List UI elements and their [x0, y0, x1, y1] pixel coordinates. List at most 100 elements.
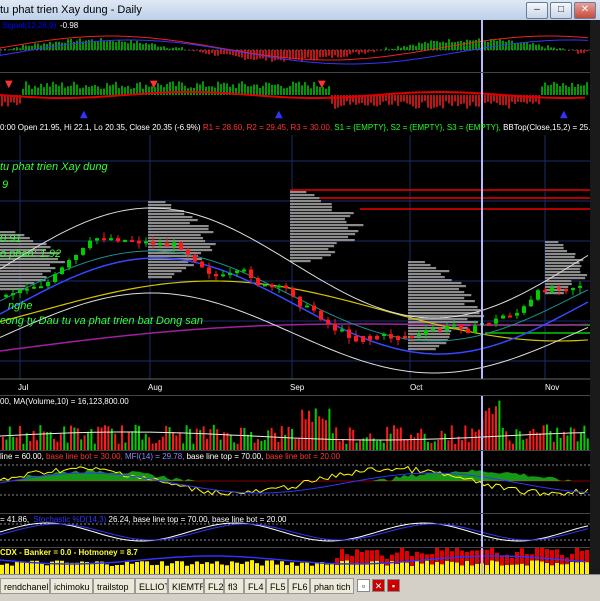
cdx-hotmoney-bar [300, 562, 304, 574]
cdx-banker-bar [525, 554, 529, 566]
candle-body [137, 240, 141, 244]
price-profile-bar [408, 282, 462, 285]
tab-fl5[interactable]: FL5 [266, 578, 288, 594]
cdx-hotmoney-bar [135, 562, 139, 574]
window-title: tu phat trien Xay dung - Daily [0, 4, 142, 16]
close-button[interactable]: ✕ [574, 2, 596, 19]
tab-trailstop[interactable]: trailstop [93, 578, 135, 594]
cdx-banker-bar [415, 551, 419, 561]
stoch-k-value: = 41.86, [0, 515, 30, 524]
price-profile-bar [408, 294, 472, 297]
cdx-hotmoney-bar [145, 561, 149, 574]
candle-body [487, 322, 491, 325]
stoch-line-top: base line top = 70.00, [133, 515, 210, 524]
volume-ma-readout: 00, MA(Volume,10) = 16,123,800.00 [0, 397, 129, 406]
stock-name-label: tu phat trien Xay dung [0, 161, 108, 173]
price-profile-bar [148, 237, 204, 240]
oscillator-top-chart [0, 20, 590, 72]
candle-body [242, 269, 246, 272]
close-sheet-icon[interactable]: ▪ [387, 579, 400, 592]
candle-body [536, 290, 540, 300]
tab-kiemtra[interactable]: KIEMTRA [168, 578, 204, 594]
cdx-hotmoney-bar [505, 565, 509, 574]
price-profile-bar [0, 273, 43, 276]
candle-body [46, 281, 50, 287]
mfi-line-top: base line top = 70.00, [186, 452, 264, 461]
tab-fl2[interactable]: FL2 [204, 578, 224, 594]
price-profile-bar [290, 239, 355, 242]
maximize-button[interactable]: □ [550, 2, 572, 19]
cdx-banker-bar [360, 551, 364, 564]
stochastic-pane[interactable]: = 41.86, Stochastic %D(14,3) 26.24, base… [0, 514, 600, 548]
cdx-hotmoney-bar [115, 565, 119, 574]
candle-body [74, 254, 78, 261]
cdx-banker-bar [490, 548, 494, 561]
cdx-banker-bar [495, 552, 499, 562]
candle-body [445, 325, 449, 331]
price-profile-bar [408, 276, 445, 279]
signal-arrow-icon: ▲ [80, 109, 88, 120]
s3-readout: S3 = {EMPTY}, [446, 123, 501, 132]
ribbon-pane[interactable]: ▼ ▼ ▼ ▲ ▲ ▲ [0, 73, 600, 122]
candle-body [494, 318, 498, 324]
cdx-hotmoney-bar [165, 565, 169, 574]
mfi-pane[interactable]: line = 60.00, base line bot = 30.00, MFI… [0, 451, 600, 514]
cdx-hotmoney-bar [420, 563, 424, 574]
cdx-hotmoney-bar [185, 565, 189, 574]
cdx-hotmoney-bar [170, 563, 174, 574]
candle-body [410, 336, 414, 338]
cdx-hotmoney-bar [580, 561, 584, 574]
cdx-hotmoney-bar [450, 561, 454, 574]
vertical-scrollbar[interactable] [590, 20, 600, 574]
candle-body [11, 293, 15, 296]
minimize-button[interactable]: – [526, 2, 548, 19]
window-controls: – □ ✕ [524, 2, 596, 19]
cdx-hotmoney-bar [445, 560, 449, 574]
volume-label: 00, MA(Volume,10) = 16,123,800.00 [0, 397, 129, 406]
cdx-hotmoney-bar [335, 564, 339, 574]
cdx-hotmoney-bar [240, 563, 244, 574]
tab-fl6[interactable]: FL6 [288, 578, 310, 594]
cdx-hotmoney-bar [525, 565, 529, 574]
candle-body [417, 334, 421, 337]
candle-body [361, 336, 365, 343]
cdx-hotmoney-bar [460, 565, 464, 574]
cdx-banker-bar [500, 555, 504, 566]
cdx-hotmoney-bar [210, 563, 214, 574]
price-profile-bar [408, 300, 475, 303]
cdx-banker-bar [550, 550, 554, 566]
candle-body [151, 241, 155, 245]
delete-sheet-icon[interactable]: ✕ [372, 579, 385, 592]
cdx-hotmoney-bar [230, 561, 234, 574]
cdx-hotmoney-bar [105, 564, 109, 574]
price-profile-bar [408, 270, 450, 273]
candle-body [543, 290, 547, 293]
tab-rendchanel[interactable]: rendchanel [0, 578, 50, 594]
oscillator-pane-top[interactable]: Signal(12,26,9) -0.98 [0, 20, 600, 73]
tab-elliot[interactable]: ELLIOT [135, 578, 168, 594]
price-profile-bar [148, 228, 209, 231]
candle-body [501, 315, 505, 319]
new-sheet-icon[interactable]: ▫ [357, 579, 370, 592]
candle-body [340, 329, 344, 332]
tab-ichimoku[interactable]: ichimoku [50, 578, 93, 594]
cdx-hotmoney-bar [130, 563, 134, 574]
cdx-hotmoney-bar [20, 562, 24, 574]
cdx-banker-bar [460, 550, 464, 566]
price-pane[interactable]: 0:00 Open 21.95, Hi 22.1, Lo 20.35, Clos… [0, 121, 600, 396]
candle-body [158, 243, 162, 246]
cdx-banker-bar [540, 548, 544, 562]
cdx-banker-bar [440, 550, 444, 565]
cdx-pane[interactable]: CDX - Banker = 0.0 - Hotmoney = 8.7 [0, 548, 600, 574]
cdx-banker-bar [450, 551, 454, 562]
price-profile-bar [408, 264, 431, 267]
volume-pane[interactable]: 00, MA(Volume,10) = 16,123,800.00 [0, 396, 600, 451]
tab-fl4[interactable]: FL4 [244, 578, 266, 594]
cdx-hotmoney-bar [455, 562, 459, 574]
cdx-hotmoney-bar [290, 562, 294, 574]
cdx-banker-bar [345, 554, 349, 561]
tab-phan-tich[interactable]: phan tich [310, 578, 354, 594]
cdx-hotmoney-bar [225, 565, 229, 574]
price-profile-bar [545, 253, 576, 256]
tab-fl3[interactable]: fl3 [224, 578, 244, 594]
